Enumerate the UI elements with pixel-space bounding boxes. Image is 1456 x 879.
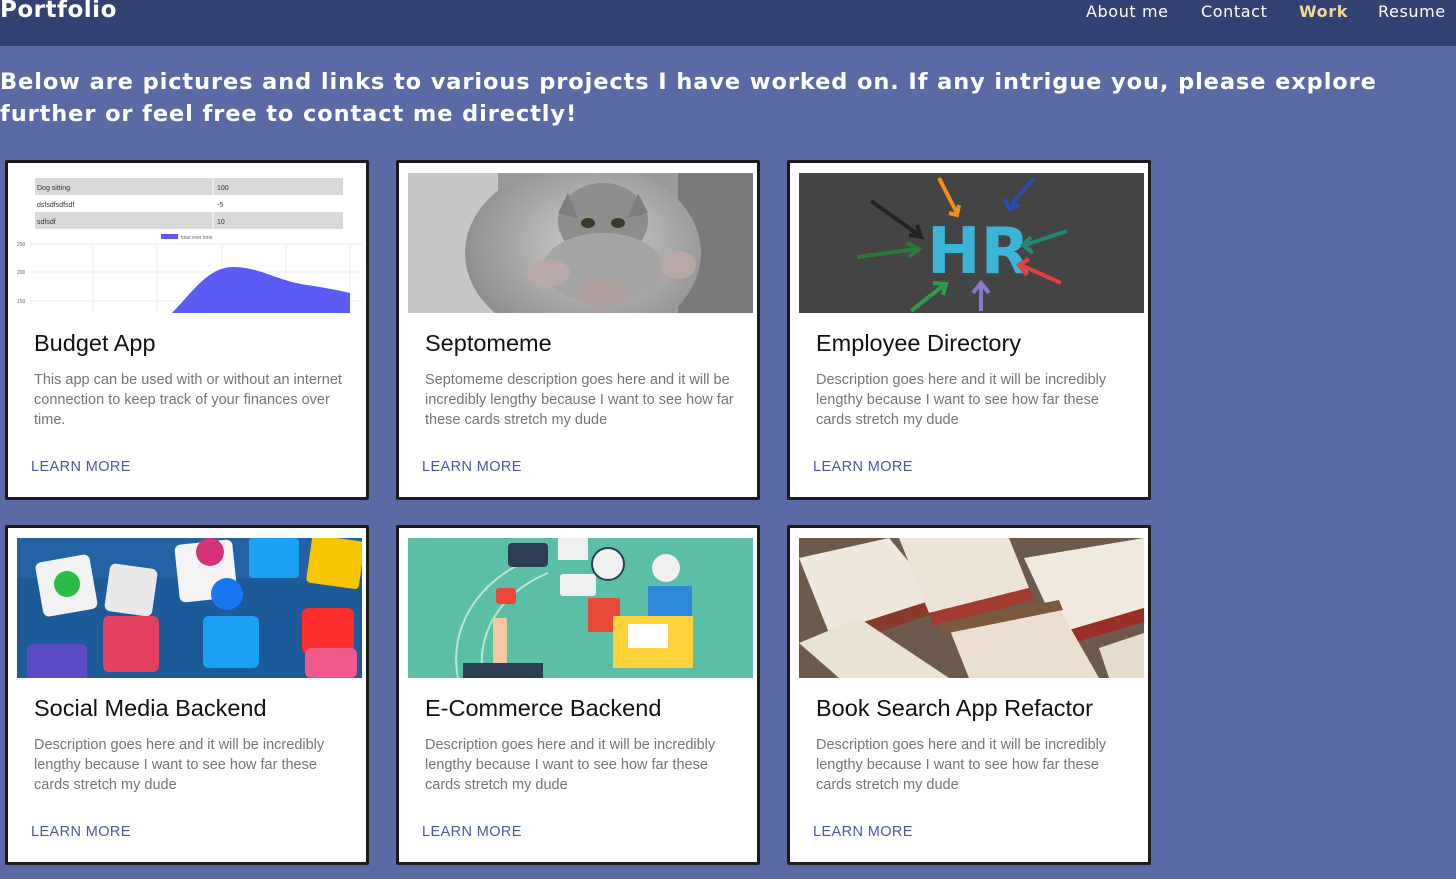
budget-chart-ytick: 150 xyxy=(17,299,26,305)
project-card-ecommerce-backend: E-Commerce Backend Description goes here… xyxy=(396,525,760,865)
brand-logo[interactable]: Portfolio xyxy=(0,0,117,23)
project-card-social-media-backend: Social Media Backend Description goes he… xyxy=(5,525,369,865)
nav-link-work[interactable]: Work xyxy=(1299,2,1348,21)
learn-more-link[interactable]: LEARN MORE xyxy=(813,824,913,840)
project-card-septomeme: Septomeme Septomeme description goes her… xyxy=(396,160,760,500)
nav-link-resume[interactable]: Resume xyxy=(1378,2,1446,21)
book-search-thumbnail[interactable] xyxy=(799,538,1144,678)
budget-chart-ytick: 250 xyxy=(17,242,26,248)
card-title: Book Search App Refactor xyxy=(816,695,1093,721)
budget-table-cell: Dog sitting xyxy=(37,185,70,192)
budget-app-thumbnail[interactable]: Dog sitting 100 dsfsdfsdfsdf -5 sdfsdf 1… xyxy=(17,173,362,313)
budget-table-cell: 10 xyxy=(217,219,225,226)
learn-more-link[interactable]: LEARN MORE xyxy=(422,824,522,840)
septomeme-thumbnail[interactable] xyxy=(408,173,753,313)
card-description: Description goes here and it will be inc… xyxy=(816,372,1107,428)
project-card-employee-directory: HR Employee Directory Description goes h… xyxy=(787,160,1151,500)
nav-link-about[interactable]: About me xyxy=(1086,2,1169,21)
card-title: Social Media Backend xyxy=(34,695,267,721)
card-description: Description goes here and it will be inc… xyxy=(425,737,716,793)
budget-chart-ytick: 200 xyxy=(17,270,26,276)
card-description: Description goes here and it will be inc… xyxy=(34,737,325,793)
budget-table-cell: 100 xyxy=(217,185,229,192)
intro-text: Below are pictures and links to various … xyxy=(0,69,1377,127)
nav-link-contact[interactable]: Contact xyxy=(1201,2,1267,21)
card-description: Septomeme description goes here and it w… xyxy=(425,372,734,428)
budget-chart-legend: total over time xyxy=(181,235,213,241)
card-description: This app can be used with or without an … xyxy=(34,372,342,428)
navbar: Portfolio About me Contact Work Resume xyxy=(0,0,1456,46)
employee-directory-thumbnail[interactable]: HR xyxy=(799,173,1144,313)
card-title: E-Commerce Backend xyxy=(425,695,662,721)
learn-more-link[interactable]: LEARN MORE xyxy=(31,824,131,840)
budget-table-cell: -5 xyxy=(217,202,223,209)
project-card-budget-app: Dog sitting 100 dsfsdfsdfsdf -5 sdfsdf 1… xyxy=(5,160,369,500)
learn-more-link[interactable]: LEARN MORE xyxy=(31,459,131,475)
project-card-book-search: Book Search App Refactor Description goe… xyxy=(787,525,1151,865)
hr-text: HR xyxy=(927,215,1030,289)
learn-more-link[interactable]: LEARN MORE xyxy=(813,459,913,475)
card-title: Budget App xyxy=(34,330,156,356)
budget-table-cell: dsfsdfsdfsdf xyxy=(37,202,74,209)
learn-more-link[interactable]: LEARN MORE xyxy=(422,459,522,475)
card-description: Description goes here and it will be inc… xyxy=(816,737,1107,793)
budget-table-cell: sdfsdf xyxy=(37,219,56,226)
card-title: Septomeme xyxy=(425,330,552,356)
social-media-thumbnail[interactable] xyxy=(17,538,362,678)
ecommerce-thumbnail[interactable] xyxy=(408,538,753,678)
card-title: Employee Directory xyxy=(816,330,1022,356)
